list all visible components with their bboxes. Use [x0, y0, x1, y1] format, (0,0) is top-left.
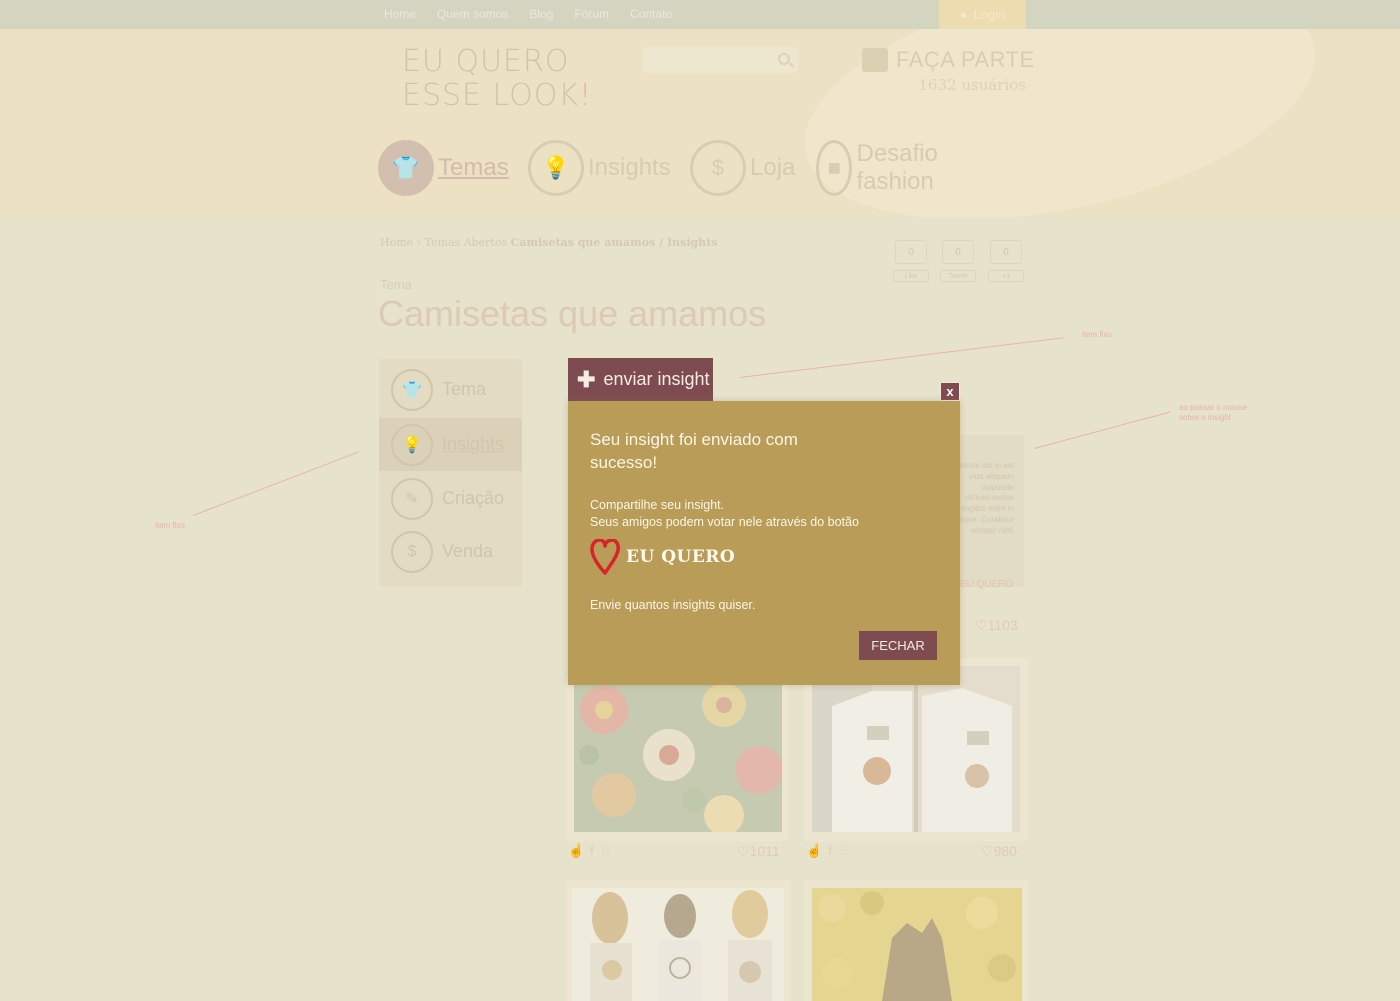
annotation-note: item fixo — [155, 521, 185, 530]
top-nav-forum[interactable]: Fórum — [574, 7, 609, 21]
money-tag-icon: $ — [690, 140, 746, 196]
sidebar-item-label: Insights — [442, 434, 505, 454]
main-nav-desafio[interactable]: ■ Desafio fashion — [816, 140, 957, 196]
modal-body: Compartilhe seu insight. Seus amigos pod… — [590, 497, 859, 531]
send-insight-label: enviar insight — [603, 369, 710, 389]
heart-icon: ♡ — [981, 843, 994, 859]
sidebar-item-label: Venda — [442, 541, 494, 561]
yellow-flowers-image[interactable] — [812, 888, 1022, 1001]
annotation-line — [740, 337, 1064, 378]
annotation-line — [193, 451, 359, 516]
pencil-icon: ✎ — [391, 477, 433, 520]
sidebar-item-criacao[interactable]: ✎ Criação — [379, 472, 522, 525]
main-nav-loja[interactable]: $ Loja — [690, 140, 795, 196]
vote-count-value: 980 — [993, 843, 1017, 859]
share-icons[interactable]: ☝f☆ — [806, 843, 855, 859]
sidebar-item-venda[interactable]: $ Venda — [379, 525, 522, 578]
site-header: EU QUERO ESSE LOOK! FAÇA PARTE 1632 usuá… — [0, 29, 1400, 217]
eu-quero-label: EU QUERO — [626, 547, 736, 567]
login-label: Login — [973, 7, 1006, 22]
like-count: 0 — [895, 240, 927, 264]
money-tag-icon: $ — [391, 530, 433, 573]
top-nav-contato[interactable]: Contato — [630, 7, 672, 21]
twitter-tweet[interactable]: 0 Tweet — [940, 240, 976, 282]
sidebar-item-label: Tema — [442, 379, 487, 399]
main-nav-temas[interactable]: 👕 Temas — [378, 140, 509, 196]
eu-quero-link[interactable]: EU QUERO — [960, 579, 1013, 590]
insight-card-text[interactable]: lorem dui in est vida aliquam vulputate … — [958, 435, 1024, 587]
tweet-button[interactable]: Tweet — [940, 270, 976, 282]
breadcrumb: Home › Temas Abertos Camisetas que amamo… — [380, 236, 717, 249]
search-input[interactable] — [643, 47, 798, 73]
main-nav-label: Desafio fashion — [856, 140, 938, 195]
modal-body-line: Seus amigos podem votar nele através do … — [590, 515, 859, 529]
facebook-like[interactable]: 0 Like — [893, 240, 929, 282]
google-plus[interactable]: 0 +1 — [988, 240, 1024, 282]
vote-count-value: 1011 — [749, 843, 780, 859]
top-nav-blog[interactable]: Blog — [529, 7, 553, 21]
main-nav-label: Insights — [588, 154, 671, 181]
join-title: FAÇA PARTE — [896, 47, 1035, 72]
vote-count: ♡1011 — [737, 843, 780, 860]
sidebar-item-label: Criação — [442, 488, 505, 508]
girls-tshirts-image[interactable] — [572, 888, 784, 1001]
puzzle-icon: ■ — [816, 140, 853, 196]
annotation-note: ao passar o mouse sobre o insight — [1179, 403, 1247, 423]
top-nav-quem-somos[interactable]: Quem somos — [437, 7, 508, 21]
plus-button[interactable]: +1 — [988, 270, 1024, 282]
modal-title: Seu insight foi enviado com sucesso! — [590, 430, 798, 472]
vote-count: ♡1103 — [975, 617, 1018, 634]
breadcrumb-current: Camisetas que amamos / Insights — [510, 236, 718, 249]
lightbulb-icon: 💡 — [391, 423, 433, 466]
main-nav-insights[interactable]: 💡 Insights — [528, 140, 671, 196]
logo-line-2: ESSE LOOK — [402, 78, 580, 113]
sidebar-item-insights[interactable]: 💡 Insights — [379, 418, 522, 471]
chat-bubble-icon — [862, 48, 888, 72]
logo-bang: ! — [579, 78, 593, 113]
user-icon: ● — [959, 7, 968, 22]
annotation-note-line: ao passar o mouse — [1179, 403, 1248, 412]
plus-icon: ✚ — [577, 366, 596, 392]
modal-body-line: Compartilhe seu insight. — [590, 498, 725, 512]
modal-send-more: Envie quantos insights quiser. — [590, 598, 756, 612]
user-count: 1632 usuários — [918, 76, 1026, 94]
main-nav-label: Loja — [750, 154, 796, 181]
login-button[interactable]: ● Login — [939, 0, 1026, 29]
vote-count-value: 1103 — [987, 617, 1018, 633]
annotation-line — [1034, 411, 1171, 449]
breadcrumb-path[interactable]: Home › Temas Abertos — [380, 236, 511, 249]
eu-quero-badge: EU QUERO — [590, 539, 735, 575]
site-logo[interactable]: EU QUERO ESSE LOOK! — [402, 45, 592, 113]
annotation-note-line: sobre o insight — [1179, 413, 1232, 422]
tshirt-icon: 👕 — [378, 140, 434, 196]
page-title: Camisetas que amamos — [378, 293, 767, 334]
theme-sidebar: 👕 Tema 💡 Insights ✎ Criação $ Venda — [379, 359, 522, 586]
search-icon[interactable] — [778, 53, 790, 65]
heart-icon: ♡ — [975, 617, 988, 633]
close-button[interactable]: FECHAR — [859, 631, 937, 660]
plus-count: 0 — [990, 240, 1022, 264]
heart-icon: ♡ — [737, 843, 750, 859]
send-insight-tab[interactable]: ✚ enviar insight — [568, 358, 713, 401]
annotation-note: item fixo — [1082, 330, 1112, 339]
logo-line-1: EU QUERO — [402, 44, 570, 79]
share-icons[interactable]: ☝f☆ — [568, 843, 617, 859]
top-nav-home[interactable]: Home — [384, 7, 416, 21]
tshirt-photo-image[interactable] — [812, 666, 1020, 832]
top-bar: Home Quem somos Blog Fórum Contato ● Log… — [0, 0, 1400, 29]
tweet-count: 0 — [942, 240, 974, 264]
heart-icon — [590, 539, 620, 575]
top-nav: Home Quem somos Blog Fórum Contato — [384, 7, 693, 21]
sidebar-item-tema[interactable]: 👕 Tema — [379, 363, 522, 416]
main-nav-label: Temas — [438, 154, 509, 181]
page-kicker: Tema — [380, 277, 412, 292]
success-modal: Seu insight foi enviado com sucesso! Com… — [568, 401, 960, 685]
floral-pattern-image[interactable] — [574, 685, 782, 832]
lightbulb-icon: 💡 — [528, 140, 584, 196]
close-icon[interactable]: x — [940, 382, 960, 401]
tshirt-icon: 👕 — [391, 368, 433, 411]
vote-count: ♡980 — [981, 843, 1017, 860]
like-button[interactable]: Like — [893, 270, 929, 282]
